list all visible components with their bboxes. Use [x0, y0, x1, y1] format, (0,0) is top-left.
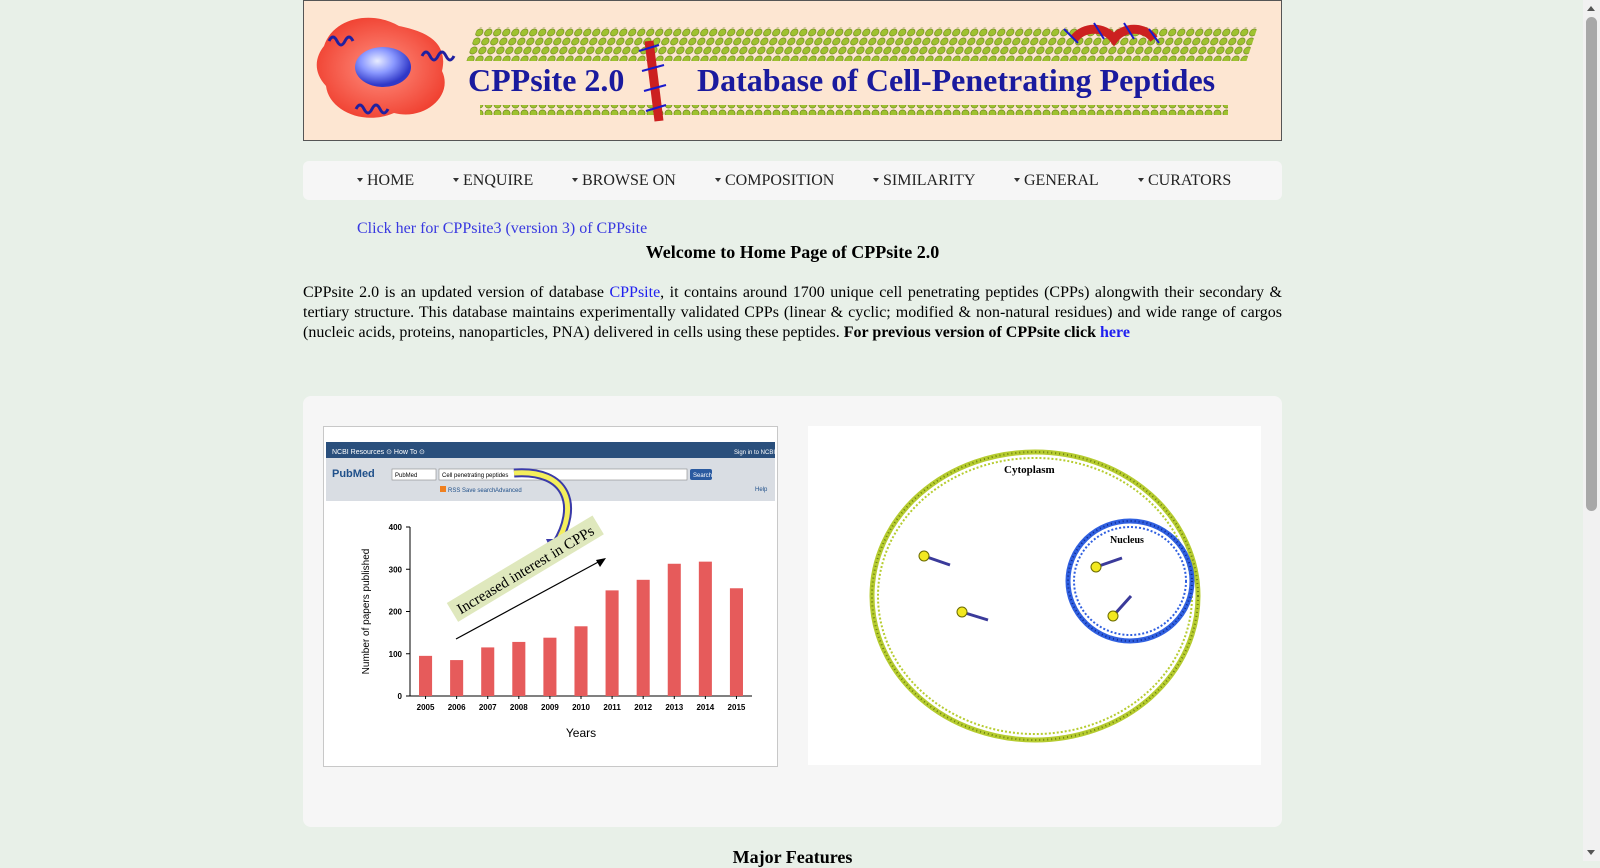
- caret-down-icon: [715, 178, 721, 183]
- pubmed-query: Cell penetrating peptides: [442, 473, 508, 479]
- x-tick-label: 2011: [603, 703, 621, 712]
- y-tick-label: 0: [398, 692, 403, 701]
- chart-bar: [481, 647, 495, 696]
- pubmed-logo: PubMed: [332, 468, 375, 480]
- cppsite-link[interactable]: CPPsite: [609, 284, 660, 301]
- cpp-molecule-icon: [918, 550, 951, 567]
- intro-text: CPPsite 2.0 is an updated version of dat…: [303, 284, 610, 301]
- ncbi-bar-left: NCBI Resources ⊙ How To ⊙: [332, 449, 425, 456]
- y-tick-label: 300: [389, 565, 403, 574]
- intro-paragraph: CPPsite 2.0 is an updated version of dat…: [303, 283, 1282, 343]
- nav-label: GENERAL: [1024, 172, 1099, 189]
- x-tick-label: 2007: [479, 703, 497, 712]
- pubmed-save-search: Save search: [462, 488, 495, 494]
- membrane-beads-bottom: [480, 105, 1228, 115]
- x-tick-label: 2015: [728, 703, 746, 712]
- nav-home[interactable]: HOME: [357, 161, 414, 200]
- x-tick-label: 2014: [696, 703, 714, 712]
- cpp-molecule-icon: [1107, 594, 1133, 622]
- banner-title: CPPsite 2.0: [468, 62, 624, 98]
- chart-bar: [605, 590, 619, 696]
- chart-bar: [574, 626, 588, 696]
- annotation-banner: Increased interest in CPPs: [446, 515, 604, 622]
- x-tick-label: 2013: [665, 703, 683, 712]
- caret-down-icon: [873, 178, 879, 183]
- nav-label: CURATORS: [1148, 172, 1232, 189]
- x-tick-label: 2009: [541, 703, 559, 712]
- chart-bar: [667, 563, 681, 696]
- major-features-heading: Major Features: [732, 847, 853, 867]
- caret-down-icon: [357, 178, 363, 183]
- scrollbar-thumb[interactable]: [1586, 17, 1597, 511]
- y-tick-label: 100: [389, 650, 403, 659]
- y-tick-label: 400: [389, 523, 403, 532]
- y-tick-label: 200: [389, 608, 403, 617]
- cpp-molecule-icon: [1090, 556, 1123, 573]
- nav-browse-on[interactable]: BROWSE ON: [572, 161, 676, 200]
- nav-general[interactable]: GENERAL: [1014, 161, 1099, 200]
- cppsite3-link[interactable]: Click her for CPPsite3 (version 3) of CP…: [357, 220, 647, 238]
- pubmed-search-label: Search: [693, 473, 712, 479]
- scroll-down-arrow-icon[interactable]: [1587, 850, 1595, 855]
- y-axis-label: Number of papers published: [361, 549, 372, 675]
- previous-version-text: For previous version of CPPsite click he…: [844, 324, 1130, 341]
- pubmed-trend-figure: NCBI Resources ⊙ How To ⊙ Sign in to NCB…: [323, 426, 778, 767]
- cpp-molecule-icon: [956, 606, 989, 622]
- chart-bar: [729, 588, 743, 696]
- previous-version-link[interactable]: here: [1100, 324, 1130, 341]
- cell-membrane: [869, 449, 1201, 743]
- x-axis-label: Years: [566, 726, 596, 740]
- x-tick-label: 2012: [634, 703, 652, 712]
- x-tick-label: 2008: [510, 703, 528, 712]
- chart-bar: [698, 561, 712, 696]
- pubmed-trend-svg: NCBI Resources ⊙ How To ⊙ Sign in to NCB…: [326, 442, 775, 740]
- rss-icon: [440, 486, 446, 492]
- banner-graphic: CPPsite 2.0 Database of Cell-Penetrating…: [316, 17, 1258, 122]
- cell-diagram-figure: Cytoplasm Nucleus: [808, 426, 1261, 765]
- nav-label: ENQUIRE: [463, 172, 534, 189]
- cell-logo-icon: [316, 17, 456, 118]
- page-scrollbar[interactable]: [1583, 0, 1600, 861]
- chart-bars: [419, 561, 743, 696]
- caret-down-icon: [572, 178, 578, 183]
- chart-bar: [636, 579, 650, 696]
- pubmed-rss: RSS: [448, 488, 460, 494]
- main-navbar: HOME ENQUIRE BROWSE ON COMPOSITION SIMIL…: [303, 161, 1282, 200]
- nav-label: SIMILARITY: [883, 172, 976, 189]
- caret-down-icon: [453, 178, 459, 183]
- scroll-up-arrow-icon[interactable]: [1587, 6, 1595, 11]
- x-tick-label: 2010: [572, 703, 590, 712]
- cell-diagram-svg: Cytoplasm Nucleus: [869, 449, 1201, 743]
- ncbi-bar-right: Sign in to NCBI: [734, 450, 775, 456]
- caret-down-icon: [1014, 178, 1020, 183]
- nav-label: HOME: [367, 172, 415, 189]
- nav-similarity[interactable]: SIMILARITY: [873, 161, 975, 200]
- chart-bar: [450, 660, 464, 696]
- banner-subtitle: Database of Cell-Penetrating Peptides: [697, 62, 1215, 98]
- chart-bar: [512, 641, 526, 696]
- nav-curators[interactable]: CURATORS: [1138, 161, 1231, 200]
- nav-composition[interactable]: COMPOSITION: [715, 161, 834, 200]
- caret-down-icon: [1138, 178, 1144, 183]
- nucleus-label: Nucleus: [1110, 535, 1144, 546]
- x-tick-label: 2005: [417, 703, 435, 712]
- pubmed-advanced: Advanced: [495, 488, 522, 494]
- figure-panel: NCBI Resources ⊙ How To ⊙ Sign in to NCB…: [303, 396, 1282, 827]
- previous-version-label: For previous version of CPPsite click: [843, 324, 1096, 341]
- annotation-text: Increased interest in CPPs: [455, 523, 598, 618]
- site-banner[interactable]: CPPsite 2.0 Database of Cell-Penetrating…: [303, 0, 1282, 141]
- pubmed-help: Help: [755, 487, 768, 493]
- trend-arrow-head: [596, 558, 606, 567]
- chart-bar: [543, 637, 557, 696]
- nav-label: COMPOSITION: [725, 172, 835, 189]
- x-tick-label: 2006: [448, 703, 466, 712]
- nav-label: BROWSE ON: [582, 172, 676, 189]
- chart-bar: [419, 655, 433, 696]
- cell-membrane-inner: [877, 457, 1193, 735]
- welcome-heading: Welcome to Home Page of CPPsite 2.0: [645, 242, 940, 262]
- nav-enquire[interactable]: ENQUIRE: [453, 161, 533, 200]
- pubmed-db-select-value: PubMed: [395, 473, 417, 479]
- cytoplasm-label: Cytoplasm: [1004, 464, 1055, 476]
